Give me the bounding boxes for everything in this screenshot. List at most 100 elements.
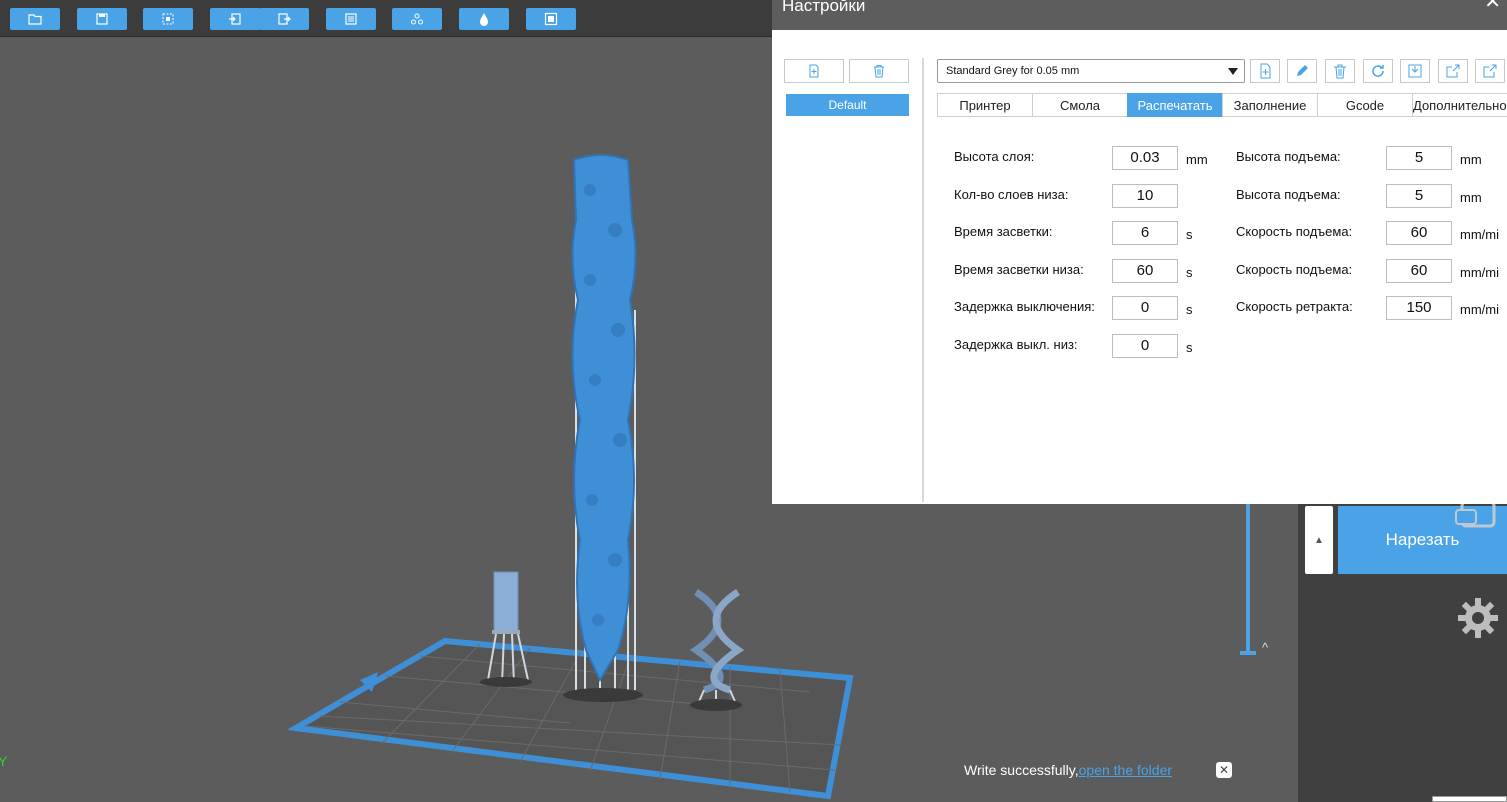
settings-gear-icon[interactable] <box>1456 596 1500 640</box>
lift-speed-unit: mm/mi <box>1460 227 1499 242</box>
layer-height-input[interactable]: 0.03 <box>1112 146 1178 170</box>
display-button[interactable] <box>526 8 576 30</box>
add-file-icon <box>809 64 819 78</box>
tab-label: Заполнение <box>1233 97 1307 113</box>
layer-height-unit: mm <box>1186 152 1208 167</box>
off-delay-label: Задержка выключения: <box>954 299 1095 314</box>
bottom-off-delay-unit: s <box>1186 340 1193 355</box>
tab-gcode[interactable]: Gcode <box>1317 93 1413 117</box>
supports-button[interactable] <box>392 8 442 30</box>
trash-icon <box>874 65 884 78</box>
add-profile-button[interactable] <box>784 59 844 83</box>
bottom-lift-height-input[interactable]: 5 <box>1386 184 1452 208</box>
tab-label: Принтер <box>959 97 1011 113</box>
select-all-button[interactable] <box>143 8 193 30</box>
off-delay-input[interactable]: 0 <box>1112 296 1178 320</box>
bottom-exposure-input[interactable]: 60 <box>1112 259 1178 283</box>
toast-close-button[interactable]: ✕ <box>1216 762 1232 778</box>
layers-button[interactable] <box>326 8 376 30</box>
delete-profile-button[interactable] <box>849 59 909 83</box>
dialog-close-icon[interactable]: ✕ <box>1484 0 1501 12</box>
tall-tower-model <box>563 154 643 702</box>
slice-button-label: Нарезать <box>1385 530 1460 549</box>
layer-slider-up-icon[interactable]: ^ <box>1262 640 1268 655</box>
off-delay-unit: s <box>1186 302 1193 317</box>
resin-icon <box>480 13 488 26</box>
display-icon <box>544 12 558 26</box>
corner-status-box <box>1432 796 1507 802</box>
tab-resin[interactable]: Смола <box>1032 93 1128 117</box>
export-icon <box>1446 64 1460 78</box>
pencil-icon <box>1297 65 1308 76</box>
lift-speed-label: Скорость подъема: <box>1236 224 1353 239</box>
open-file-button[interactable] <box>10 8 60 30</box>
preset-select-value: Standard Grey for 0.05 mm <box>946 65 1080 77</box>
tab-advanced[interactable]: Дополнительно <box>1412 93 1507 117</box>
import-icon <box>229 13 241 25</box>
bottom-lift-speed-input[interactable]: 60 <box>1386 259 1452 283</box>
preset-select[interactable]: Standard Grey for 0.05 mm <box>937 59 1245 83</box>
share-preset-button[interactable] <box>1475 59 1505 83</box>
import-button[interactable] <box>210 8 260 30</box>
reset-preset-button[interactable] <box>1363 59 1393 83</box>
delete-preset-button[interactable] <box>1325 59 1355 83</box>
profile-item-label: Default <box>828 98 867 112</box>
export-icon <box>278 13 291 25</box>
resin-button[interactable] <box>459 8 509 30</box>
settings-tabs: Принтер Смола Распечатать Заполнение Gco… <box>937 93 1507 117</box>
import-preset-button[interactable] <box>1400 59 1430 83</box>
open-file-icon <box>28 14 42 25</box>
layers-icon <box>345 13 357 25</box>
save-icon <box>96 13 108 25</box>
main-toolbar <box>0 0 780 37</box>
lift-height-unit: mm <box>1460 152 1482 167</box>
open-folder-link[interactable]: open the folder <box>1079 762 1172 778</box>
bottom-off-delay-label: Задержка выкл. низ: <box>954 337 1078 352</box>
bottom-exposure-unit: s <box>1186 265 1193 280</box>
exposure-time-label: Время засветки: <box>954 224 1053 239</box>
retract-speed-label: Скорость ретракта: <box>1236 299 1353 314</box>
select-all-icon <box>162 13 174 25</box>
add-file-icon <box>1260 63 1271 79</box>
exposure-time-input[interactable]: 6 <box>1112 221 1178 245</box>
layer-slider-handle[interactable] <box>1240 651 1256 655</box>
lift-height-label: Высота подъема: <box>1236 149 1341 164</box>
build-plate <box>286 637 854 800</box>
exposure-time-unit: s <box>1186 227 1193 242</box>
layer-slider-track[interactable] <box>1246 504 1250 654</box>
edit-preset-button[interactable] <box>1287 59 1317 83</box>
bottom-lift-speed-unit: mm/mi <box>1460 265 1499 280</box>
layer-height-label: Высота слоя: <box>954 149 1035 164</box>
lift-speed-input[interactable]: 60 <box>1386 221 1452 245</box>
retract-speed-input[interactable]: 150 <box>1386 296 1452 320</box>
bottom-layers-label: Кол-во слоев низа: <box>954 187 1069 202</box>
tab-infill[interactable]: Заполнение <box>1222 93 1318 117</box>
export-preset-button[interactable] <box>1438 59 1468 83</box>
bottom-lift-height-unit: mm <box>1460 190 1482 205</box>
settings-dialog-titlebar[interactable]: Настройки ✕ <box>772 0 1507 30</box>
panel-scroll-up-button[interactable]: ▲ <box>1305 506 1333 574</box>
chevron-down-icon <box>1228 68 1238 75</box>
close-icon: ✕ <box>1218 763 1230 777</box>
import-icon <box>1408 64 1422 78</box>
bottom-exposure-label: Время засветки низа: <box>954 262 1084 277</box>
settings-dialog-title: Настройки <box>782 0 866 15</box>
tab-printer[interactable]: Принтер <box>937 93 1033 117</box>
toast-message: Write successfully, <box>964 762 1079 778</box>
tab-label: Распечатать <box>1137 97 1213 113</box>
export-button[interactable] <box>259 8 309 30</box>
lift-height-input[interactable]: 5 <box>1386 146 1452 170</box>
bottom-off-delay-input[interactable]: 0 <box>1112 334 1178 358</box>
tab-print[interactable]: Распечатать <box>1127 93 1223 117</box>
retract-speed-unit: mm/mi <box>1460 302 1499 317</box>
save-button[interactable] <box>77 8 127 30</box>
tab-label: Дополнительно <box>1413 97 1507 113</box>
new-preset-button[interactable] <box>1250 59 1280 83</box>
profile-item-default[interactable]: Default <box>786 94 909 116</box>
share-icon <box>1483 64 1497 78</box>
bottom-lift-height-label: Высота подъема: <box>1236 187 1341 202</box>
write-success-toast: Write successfully,open the folder <box>964 762 1172 778</box>
svg-text:Y: Y <box>0 753 8 769</box>
bottom-layers-input[interactable]: 10 <box>1112 184 1178 208</box>
settings-dialog: Default Standard Grey for 0.05 mm Принте… <box>772 30 1507 504</box>
